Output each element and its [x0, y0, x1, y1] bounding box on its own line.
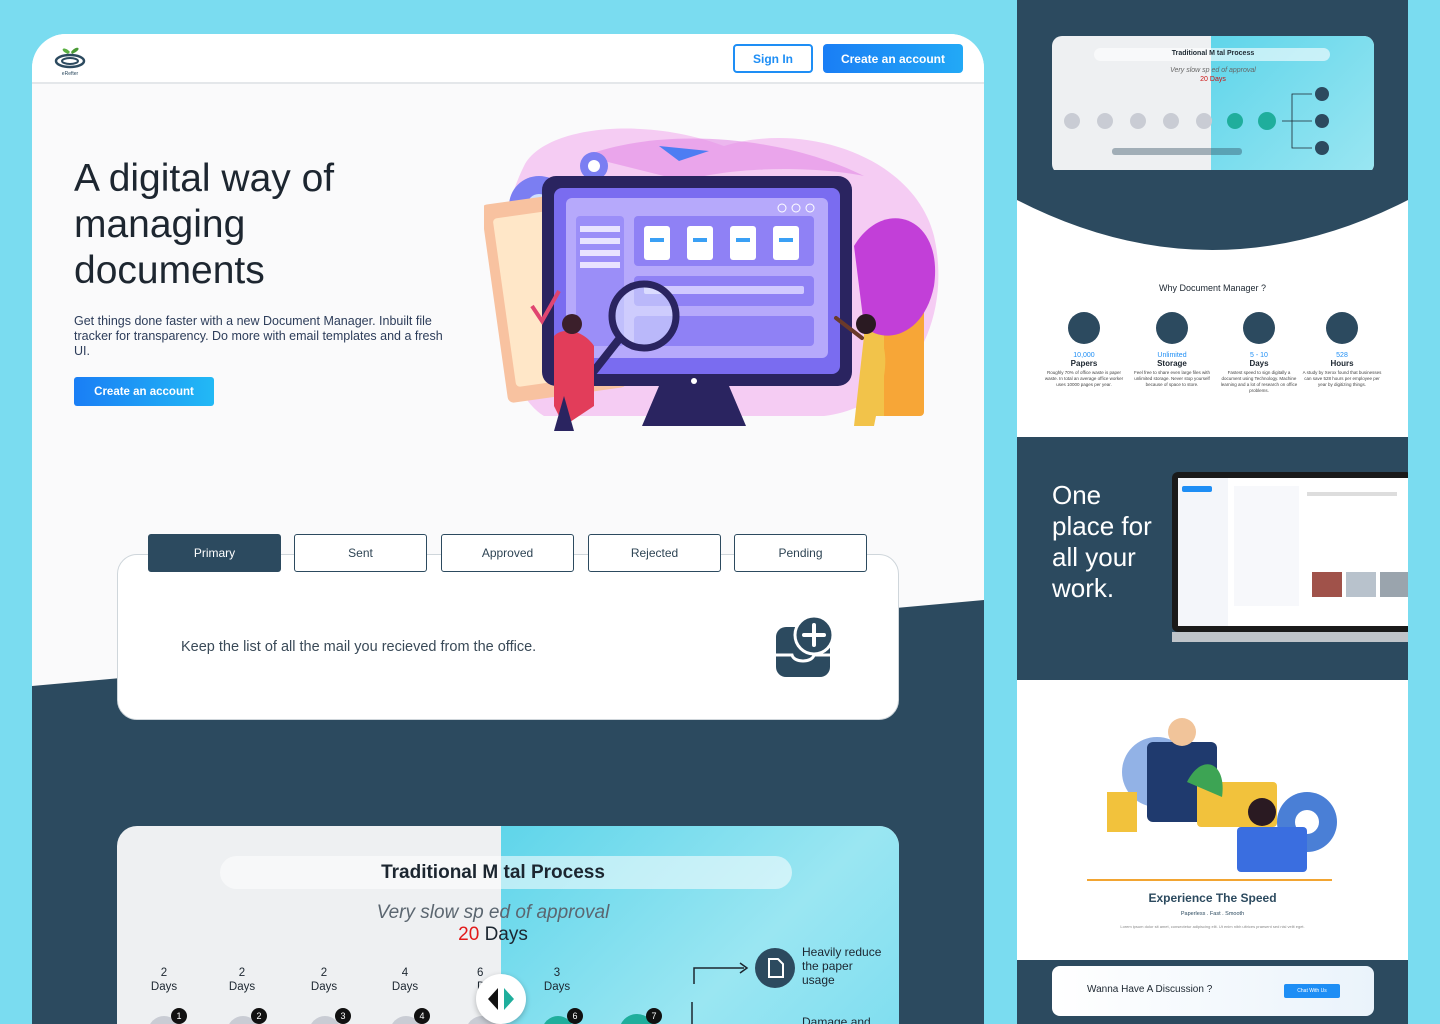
svg-text:eRefter: eRefter	[62, 71, 79, 77]
laptop-screenshot	[1172, 472, 1408, 642]
sign-in-button[interactable]: Sign In	[733, 44, 813, 73]
experience-subtitle: Paperless . Fast . Smooth	[1180, 911, 1245, 917]
chat-check-icon	[1243, 312, 1275, 344]
stat-desc: A study by Xerox found that businesses c…	[1302, 370, 1382, 387]
landing-page-mockup: eRefter Sign In Create an account A digi…	[32, 34, 984, 1024]
benefit-paper: Heavily reduce the paper usage	[802, 945, 882, 987]
step-2: 2 Days	[212, 966, 272, 994]
step-value: 3	[553, 967, 561, 979]
why-title: Why Document Manager ?	[1158, 283, 1267, 293]
tab-panel-description: Keep the list of all the mail you reciev…	[181, 639, 537, 655]
experience-title: Experience The Speed	[1148, 891, 1277, 905]
stat-key: Storage	[1157, 359, 1187, 368]
mini-process-subtitle: Very slow sp ed of approval	[1170, 67, 1256, 74]
mini-process-card: Traditional M tal Process Very slow sp e…	[1052, 36, 1374, 174]
process-days-number: 20	[458, 924, 480, 945]
stat-desc: Roughly 70% of office waste is paper was…	[1044, 370, 1124, 387]
hero-subtitle: Get things done faster with a new Docume…	[74, 314, 443, 358]
stat-desc: Fastest speed to sign digitally a docume…	[1220, 370, 1298, 393]
stat-desc: Feel free to share even large files with…	[1133, 370, 1211, 387]
mail-tabs: Primary Sent Approved Rejected Pending	[148, 534, 868, 572]
tab-primary[interactable]: Primary	[148, 534, 281, 572]
step-value: 2	[160, 967, 168, 979]
create-account-button[interactable]: Create an account	[823, 44, 963, 73]
discussion-title: Wanna Have A Discussion ?	[1087, 984, 1213, 995]
step-6: 3 Days	[527, 966, 587, 994]
logo-icon[interactable]: eRefter	[52, 42, 88, 78]
mini-process-days: 20 Days	[1200, 76, 1226, 83]
step-1: 2 Days	[134, 966, 194, 994]
chat-with-us-button[interactable]: Chat With Us	[1284, 984, 1340, 998]
inbox-add-icon	[776, 614, 835, 677]
tab-rejected[interactable]: Rejected	[588, 534, 721, 572]
stat-value: 10,000	[1073, 352, 1095, 359]
step-unit: Days	[310, 981, 338, 993]
step-unit: Days	[543, 981, 571, 993]
stat-days: 5 - 10 Days Fastest speed to sign digita…	[1219, 312, 1299, 394]
experience-body: Lorem ipsum dolor sit amet, consectetur …	[1120, 924, 1305, 929]
hero-title: A digital way of managing documents	[74, 157, 335, 292]
tab-approved[interactable]: Approved	[441, 534, 574, 572]
step-4: 4 Days	[375, 966, 435, 994]
hourglass-icon	[1326, 312, 1358, 344]
step-3: 2 Days	[294, 966, 354, 994]
cubes-icon	[1156, 312, 1188, 344]
step-badge: 1	[171, 1008, 187, 1024]
process-days: 20 Days	[117, 924, 869, 946]
mini-process-title: Traditional M tal Process	[1171, 50, 1255, 57]
tab-content-panel: Keep the list of all the mail you reciev…	[117, 554, 899, 720]
benefit-arrow	[693, 962, 749, 984]
stat-papers: 10,000 Papers Roughly 70% of office wast…	[1044, 312, 1124, 388]
benefit-damage: Damage and	[802, 1015, 871, 1024]
step-badge: 6	[567, 1008, 583, 1024]
stat-storage: Unlimited Storage Feel free to share eve…	[1132, 312, 1212, 388]
step-unit: Days	[391, 981, 419, 993]
step-value: 2	[320, 967, 328, 979]
tab-pending[interactable]: Pending	[734, 534, 867, 572]
step-badge: 3	[335, 1008, 351, 1024]
stat-value: 5 - 10	[1250, 352, 1268, 359]
experience-illustration	[1087, 718, 1337, 881]
stat-value: 528	[1336, 352, 1348, 359]
tab-sent[interactable]: Sent	[294, 534, 427, 572]
stat-value: Unlimited	[1157, 352, 1187, 359]
hero-illustration	[484, 128, 939, 431]
step-unit: Days	[150, 981, 178, 993]
stat-key: Hours	[1330, 359, 1354, 368]
top-navbar: eRefter Sign In Create an account	[32, 34, 984, 84]
process-days-word: Days	[484, 924, 528, 945]
step-badge: 7	[646, 1008, 662, 1024]
paper-icon	[755, 948, 795, 988]
stat-hours: 528 Hours A study by Xerox found that bu…	[1302, 312, 1382, 388]
preview-strip: Traditional M tal Process Very slow sp e…	[1017, 0, 1408, 1024]
slider-arrows-icon	[488, 988, 514, 1010]
one-place-heading: One place for all your work.	[1052, 480, 1152, 603]
process-subtitle: Very slow sp ed of approval	[376, 902, 610, 923]
hero-create-account-button[interactable]: Create an account	[74, 377, 214, 406]
discussion-card: Wanna Have A Discussion ? Chat With Us	[1052, 966, 1374, 1016]
stat-key: Papers	[1070, 359, 1098, 368]
process-title: Traditional M tal Process	[381, 862, 605, 883]
step-value: 4	[401, 967, 409, 979]
compare-slider-handle[interactable]	[476, 974, 526, 1024]
step-unit: Days	[228, 981, 256, 993]
wave-divider	[1017, 170, 1408, 250]
mini-process-diagram	[1064, 87, 1329, 155]
step-badge: 2	[251, 1008, 267, 1024]
stat-key: Days	[1249, 359, 1269, 368]
step-value: 2	[238, 967, 246, 979]
layers-icon	[1068, 312, 1100, 344]
step-badge: 4	[414, 1008, 430, 1024]
